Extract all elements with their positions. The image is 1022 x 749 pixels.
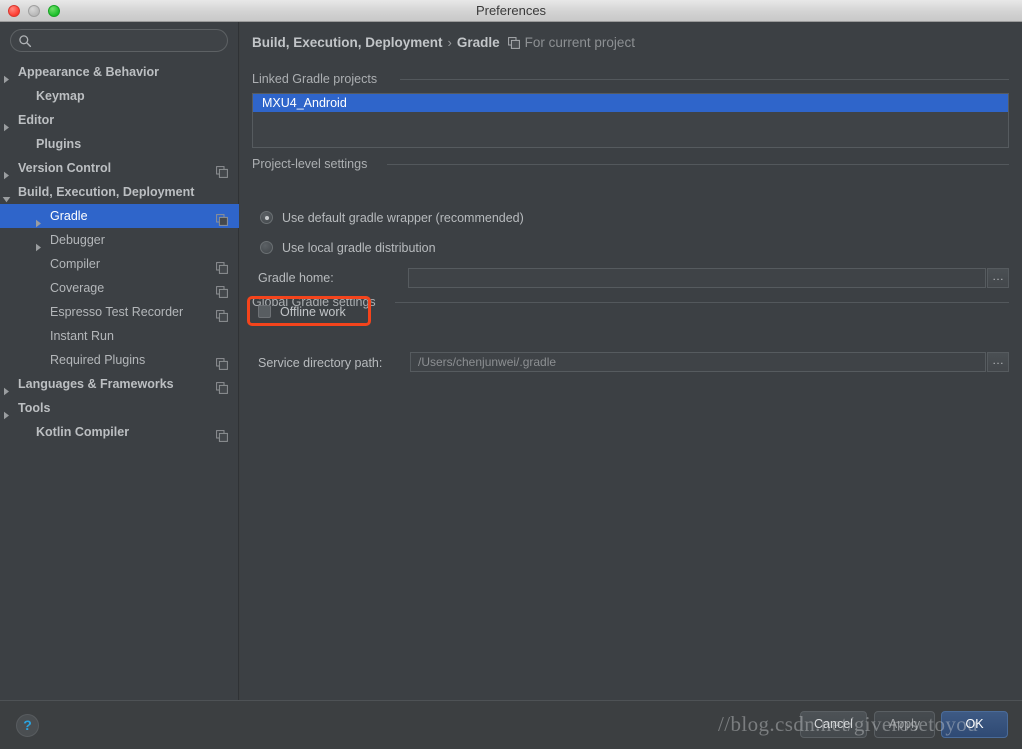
sidebar-item-tools[interactable]: Tools [0, 396, 239, 420]
sidebar-item-label: Espresso Test Recorder [50, 305, 184, 319]
sidebar-item-build-execution-deployment[interactable]: Build, Execution, Deployment [0, 180, 239, 204]
breadcrumb-separator: › [447, 35, 452, 50]
sidebar-item-keymap[interactable]: Keymap [0, 84, 239, 108]
project-scope-icon [216, 378, 228, 394]
sidebar-item-label: Build, Execution, Deployment [18, 185, 195, 199]
sidebar-item-label: Debugger [50, 233, 105, 247]
search-field[interactable] [10, 29, 228, 53]
chevron-right-icon[interactable] [34, 236, 43, 252]
sidebar-item-label: Kotlin Compiler [36, 425, 130, 439]
sidebar-item-debugger[interactable]: Debugger [0, 228, 239, 252]
breadcrumb-scope: For current project [524, 35, 635, 50]
gradle-home-input[interactable] [408, 268, 986, 288]
project-level-rule [387, 164, 1009, 165]
cancel-button[interactable]: Cancel [800, 711, 867, 738]
sidebar-item-label: Compiler [50, 257, 101, 271]
search-input[interactable] [37, 30, 225, 53]
apply-button[interactable]: Apply [874, 711, 935, 738]
sidebar-item-label: Tools [18, 401, 51, 415]
breadcrumb-page: Gradle [456, 35, 500, 50]
sidebar-item-coverage[interactable]: Coverage [0, 276, 239, 300]
sidebar-item-label: Languages & Frameworks [18, 377, 174, 391]
search-icon [19, 35, 32, 48]
chevron-right-icon[interactable] [2, 68, 11, 84]
chevron-right-icon[interactable] [2, 116, 11, 132]
sidebar-item-editor[interactable]: Editor [0, 108, 239, 132]
radio-unselected-icon [260, 241, 273, 254]
service-directory-input[interactable]: /Users/chenjunwei/.gradle [410, 352, 986, 372]
global-settings-rule [395, 302, 1009, 303]
sidebar-item-gradle[interactable]: Gradle [0, 204, 239, 228]
breadcrumb: Build, Execution, Deployment › Gradle For … [252, 34, 635, 52]
project-scope-icon [216, 162, 228, 178]
project-scope-icon [216, 426, 228, 442]
gradle-home-browse-button[interactable]: … [987, 268, 1009, 288]
linked-project-item[interactable]: MXU4_Android [253, 94, 1008, 112]
sidebar-item-plugins[interactable]: Plugins [0, 132, 239, 156]
sidebar-item-label: Keymap [36, 89, 85, 103]
radio-selected-icon [260, 211, 273, 224]
sidebar-item-label: Gradle [50, 209, 88, 223]
ok-button[interactable]: OK [941, 711, 1008, 738]
gradle-home-label: Gradle home: [258, 271, 334, 285]
linked-projects-rule [400, 79, 1009, 80]
chevron-right-icon[interactable] [2, 380, 11, 396]
chevron-right-icon[interactable] [2, 164, 11, 180]
settings-detail-panel: Build, Execution, Deployment › Gradle For … [240, 22, 1022, 700]
sidebar-item-label: Instant Run [50, 329, 114, 343]
linked-projects-list[interactable]: MXU4_Android [252, 93, 1009, 148]
project-level-caption: Project-level settings [252, 157, 368, 171]
breadcrumb-group[interactable]: Build, Execution, Deployment [252, 35, 443, 50]
dialog-footer: ? [0, 700, 1022, 749]
sidebar-item-label: Coverage [50, 281, 105, 295]
project-scope-icon [216, 354, 228, 370]
project-scope-icon [216, 210, 228, 226]
linked-projects-caption: Linked Gradle projects [252, 72, 378, 86]
sidebar-item-label: Version Control [18, 161, 112, 175]
sidebar-item-appearance-behavior[interactable]: Appearance & Behavior [0, 60, 239, 84]
sidebar-item-label: Appearance & Behavior [18, 65, 160, 79]
sidebar-item-label: Required Plugins [50, 353, 146, 367]
chevron-right-icon[interactable] [2, 404, 11, 420]
service-directory-browse-button[interactable]: … [987, 352, 1009, 372]
project-scope-icon [216, 258, 228, 274]
sidebar-item-label: Editor [18, 113, 55, 127]
window-titlebar: Preferences [0, 0, 1022, 22]
window-title: Preferences [475, 3, 547, 18]
sidebar-item-label: Plugins [36, 137, 82, 151]
settings-sidebar: Appearance & Behavior Keymap Editor Plugins… [0, 22, 239, 700]
service-directory-label: Service directory path: [258, 356, 383, 370]
sidebar-item-required-plugins[interactable]: Required Plugins [0, 348, 239, 372]
sidebar-item-version-control[interactable]: Version Control [0, 156, 239, 180]
sidebar-item-espresso-test-recorder[interactable]: Espresso Test Recorder [0, 300, 239, 324]
help-button[interactable]: ? [16, 714, 39, 737]
sidebar-item-languages-frameworks[interactable]: Languages & Frameworks [0, 372, 239, 396]
checkbox-unchecked-icon [258, 305, 271, 318]
preferences-window: Preferences Appearance & Behavior Keymap E… [0, 0, 1022, 749]
settings-tree: Appearance & Behavior Keymap Editor Plugins… [0, 60, 239, 444]
sidebar-item-instant-run[interactable]: Instant Run [0, 324, 239, 348]
project-scope-icon [216, 306, 228, 322]
project-scope-icon [216, 282, 228, 298]
sidebar-item-compiler[interactable]: Compiler [0, 252, 239, 276]
chevron-down-icon[interactable] [2, 188, 11, 203]
project-scope-icon [507, 37, 520, 49]
sidebar-item-kotlin-compiler[interactable]: Kotlin Compiler [0, 420, 239, 444]
chevron-right-icon[interactable] [34, 212, 43, 228]
